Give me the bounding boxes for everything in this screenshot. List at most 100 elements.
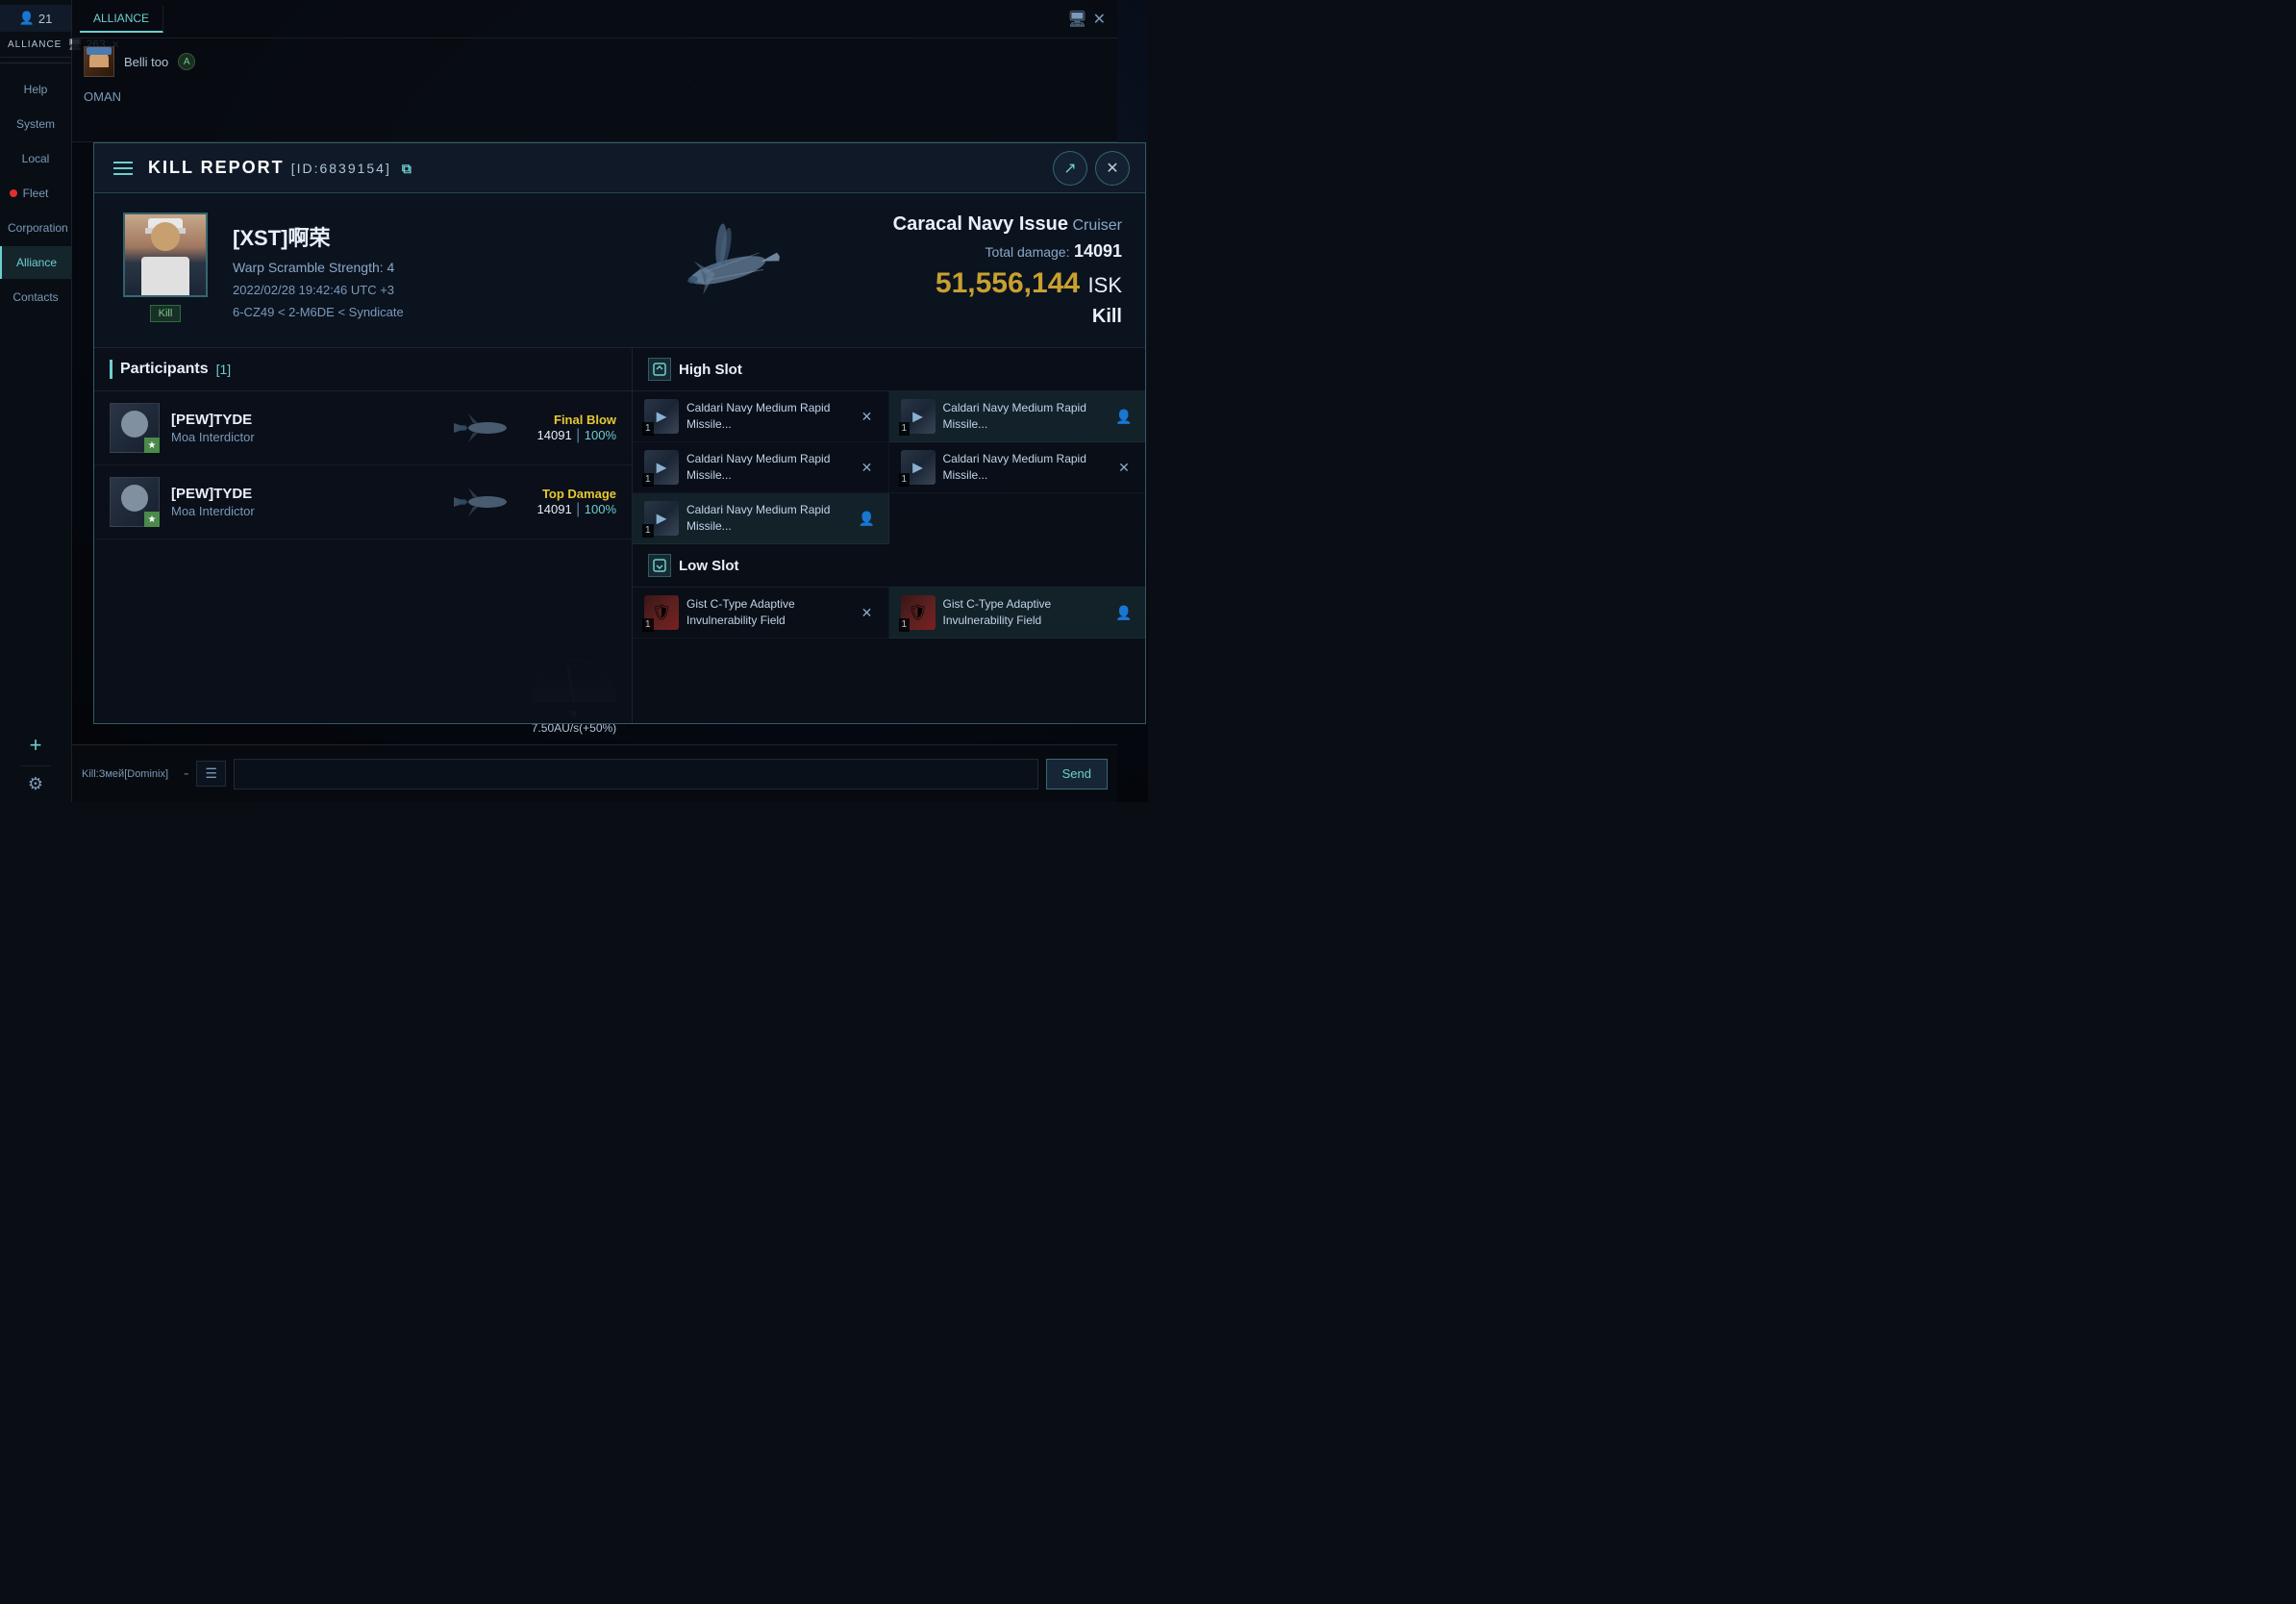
sidebar-item-local[interactable]: Local <box>0 142 71 175</box>
chat-person-row: Belli too A <box>72 38 1117 85</box>
kill-badge: Kill <box>150 305 182 322</box>
section-accent <box>110 360 112 379</box>
slot-action-high-4[interactable]: ✕ <box>1114 458 1134 477</box>
sidebar-item-corporation[interactable]: Corporation <box>0 212 71 244</box>
warp-scramble-strength: Warp Scramble Strength: 4 <box>233 260 603 275</box>
sidebar-system-label: System <box>16 117 55 131</box>
chat-list-icon[interactable]: ☰ <box>205 765 217 782</box>
slot-item-high-5[interactable]: 1 Caldari Navy Medium Rapid Missile... 👤 <box>633 493 889 544</box>
sidebar-item-fleet[interactable]: Fleet <box>0 177 71 210</box>
slot-action-low-1[interactable]: ✕ <box>858 603 877 622</box>
slot-action-high-2[interactable]: 👤 <box>1114 407 1134 426</box>
menu-line-2 <box>113 167 133 169</box>
sidebar-item-help[interactable]: Help <box>0 73 71 106</box>
alliance-label: ALLIANCE <box>8 39 62 50</box>
copy-icon[interactable]: ⧉ <box>402 161 413 176</box>
participant-name-2: [PEW]TYDE <box>171 486 437 502</box>
participant-row[interactable]: ★ [PEW]TYDE Moa Interdictor <box>94 391 632 465</box>
sidebar-add-button[interactable]: + <box>22 725 50 765</box>
participant-dmg-1: 14091 <box>537 428 572 442</box>
kill-report-window: KILL REPORT [ID:6839154] ⧉ ↗ ✕ Kill <box>93 142 1146 724</box>
participants-count: [1] <box>216 362 232 377</box>
damage-line: Total damage: 14091 <box>853 241 1122 262</box>
oman-area: OMAN <box>72 85 1117 110</box>
avatar-star-1: ★ <box>144 438 160 453</box>
slot-person-low-2: 👤 <box>1115 605 1132 621</box>
slot-action-high-3[interactable]: ✕ <box>858 458 877 477</box>
slot-name-high-5: Caldari Navy Medium Rapid Missile... <box>686 502 850 535</box>
participant-stats-1: Final Blow 14091 | 100% <box>537 413 616 444</box>
menu-icon[interactable] <box>110 158 137 179</box>
alliance-bar[interactable]: ALLIANCE 🖥 263 ✕ <box>0 32 71 58</box>
isk-line: 51,556,144 ISK <box>853 267 1122 300</box>
kill-result-label: Kill <box>853 306 1122 328</box>
chat-separator: - <box>184 765 188 783</box>
chat-person-avatar <box>84 46 114 77</box>
slot-name-low-2: Gist C-Type Adaptive Invulnerability Fie… <box>943 596 1108 629</box>
close-icon-tab[interactable]: ✕ <box>1093 10 1106 29</box>
low-slot-grid: 1 Gist C-Type Adaptive Invulnerability F… <box>633 588 1145 639</box>
sidebar-fleet-label: Fleet <box>23 187 49 200</box>
portrait-area: Kill <box>117 213 213 328</box>
sidebar-settings-button[interactable]: ⚙ <box>20 765 51 802</box>
slot-x-low-1: ✕ <box>861 605 873 621</box>
player-count-bar[interactable]: 👤 21 <box>0 5 71 32</box>
participants-panel: Participants [1] ★ [PEW]TYDE Moa Interdi… <box>94 348 633 723</box>
slot-action-high-5[interactable]: 👤 <box>858 509 877 528</box>
slot-icon-high-2: 1 <box>901 399 936 434</box>
slot-item-low-1[interactable]: 1 Gist C-Type Adaptive Invulnerability F… <box>633 588 889 639</box>
participants-title: Participants <box>120 361 209 378</box>
isk-unit: ISK <box>1088 273 1122 297</box>
chat-person-status: A <box>178 53 195 70</box>
slots-panel: High Slot 1 Caldari Navy Medium Rapid Mi… <box>633 348 1145 723</box>
participant-ship-img-1 <box>449 404 526 452</box>
slot-item-high-3[interactable]: 1 Caldari Navy Medium Rapid Missile... ✕ <box>633 442 889 493</box>
top-damage-label: Top Damage <box>537 487 616 501</box>
avatar-star-2: ★ <box>144 512 160 527</box>
slot-action-high-1[interactable]: ✕ <box>858 407 877 426</box>
monitor-icon-tab[interactable]: 🖥 <box>1067 10 1086 29</box>
player-count: 21 <box>38 12 52 26</box>
external-link-button[interactable]: ↗ <box>1053 151 1087 186</box>
kill-report-title: KILL REPORT [ID:6839154] ⧉ <box>148 158 1041 178</box>
tab-alliance[interactable]: ALLIANCE <box>80 6 163 33</box>
sidebar-item-alliance[interactable]: Alliance <box>0 246 71 279</box>
chat-input[interactable] <box>234 759 1038 789</box>
slot-action-low-2[interactable]: 👤 <box>1114 603 1134 622</box>
chat-send-button[interactable]: Send <box>1046 759 1108 789</box>
sidebar-corporation-label: Corporation <box>8 221 68 235</box>
slot-icon-low-2: 1 <box>901 595 936 630</box>
sidebar: 👤 21 ALLIANCE 🖥 263 ✕ Help System Local … <box>0 0 72 802</box>
portrait-head <box>151 222 180 251</box>
participant-row-2[interactable]: ★ [PEW]TYDE Moa Interdictor <box>94 465 632 539</box>
slot-qty-high-1: 1 <box>642 422 654 436</box>
sidebar-item-system[interactable]: System <box>0 108 71 140</box>
slot-qty-low-2: 1 <box>899 618 911 632</box>
participant-ship-2: Moa Interdictor <box>171 504 437 518</box>
ship-image <box>641 213 814 328</box>
kill-datetime: 2022/02/28 19:42:46 UTC +3 <box>233 283 603 297</box>
slot-person-high-5: 👤 <box>859 511 875 527</box>
slot-icon-high-4: 1 <box>901 450 936 485</box>
portrait-person <box>125 214 206 295</box>
tab-bar: ALLIANCE 🖥 ✕ <box>72 0 1117 38</box>
slot-name-high-1: Caldari Navy Medium Rapid Missile... <box>686 400 850 433</box>
slot-icon-high-1: 1 <box>644 399 679 434</box>
sidebar-item-contacts[interactable]: Contacts <box>0 281 71 313</box>
slot-item-low-2[interactable]: 1 Gist C-Type Adaptive Invulnerability F… <box>889 588 1146 639</box>
participant-ship-img-2 <box>449 478 526 526</box>
participant-name-1: [PEW]TYDE <box>171 412 437 428</box>
participant-info-1: [PEW]TYDE Moa Interdictor <box>171 412 437 444</box>
portrait-body <box>141 257 189 295</box>
damage-label: Total damage: <box>986 244 1070 260</box>
slot-item-high-2[interactable]: 1 Caldari Navy Medium Rapid Missile... 👤 <box>889 391 1146 442</box>
slot-item-high-4[interactable]: 1 Caldari Navy Medium Rapid Missile... ✕ <box>889 442 1146 493</box>
menu-line-3 <box>113 173 133 175</box>
slot-name-low-1: Gist C-Type Adaptive Invulnerability Fie… <box>686 596 850 629</box>
low-slot-title: Low Slot <box>679 558 739 574</box>
participant-pct-1: 100% <box>585 428 616 442</box>
close-window-button[interactable]: ✕ <box>1095 151 1130 186</box>
kill-report-titlebar: KILL REPORT [ID:6839154] ⧉ ↗ ✕ <box>94 143 1145 193</box>
slot-item-high-1[interactable]: 1 Caldari Navy Medium Rapid Missile... ✕ <box>633 391 889 442</box>
high-slot-icon <box>648 358 671 381</box>
